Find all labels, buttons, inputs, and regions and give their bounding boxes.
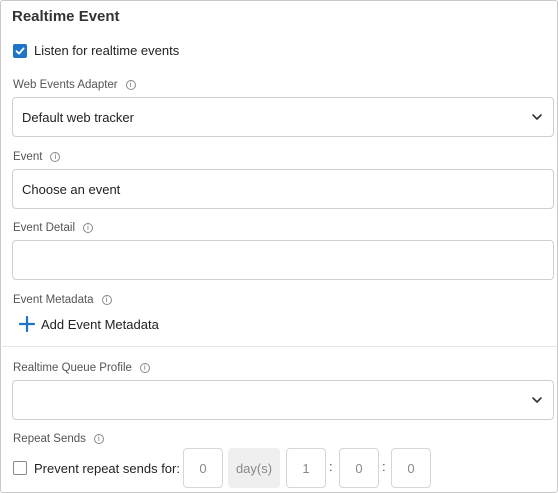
event-label: Event <box>13 151 43 163</box>
web-events-adapter-value: Default web tracker <box>22 109 134 125</box>
hours-input[interactable]: 1 <box>286 448 326 488</box>
listen-realtime-checkbox[interactable] <box>13 43 27 58</box>
prevent-repeat-checkbox[interactable] <box>13 461 27 475</box>
chevron-down-icon <box>532 114 542 120</box>
info-icon[interactable]: i <box>93 434 104 444</box>
event-metadata-label-row: Event Metadata i <box>13 294 112 306</box>
repeat-sends-label-row: Repeat Sends i <box>13 433 104 445</box>
seconds-input[interactable]: 0 <box>391 448 431 488</box>
event-detail-label-row: Event Detail i <box>13 222 94 234</box>
add-event-metadata-button[interactable]: Add Event Metadata <box>19 316 159 332</box>
days-unit-label: day(s) <box>228 448 280 488</box>
info-icon[interactable]: i <box>139 363 150 373</box>
event-metadata-label: Event Metadata <box>13 294 94 306</box>
event-label-row: Event i <box>13 151 61 163</box>
days-input[interactable]: 0 <box>183 448 223 488</box>
prevent-repeat-label: Prevent repeat sends for: <box>34 460 180 476</box>
time-separator: : <box>382 459 386 474</box>
minutes-input[interactable]: 0 <box>339 448 379 488</box>
add-event-metadata-label: Add Event Metadata <box>41 316 159 332</box>
queue-profile-label: Realtime Queue Profile <box>13 362 132 374</box>
event-input[interactable]: Choose an event <box>12 169 554 209</box>
divider <box>2 346 557 347</box>
event-detail-input[interactable] <box>12 240 554 280</box>
section-title: Realtime Event <box>12 8 120 25</box>
queue-profile-label-row: Realtime Queue Profile i <box>13 362 150 374</box>
event-detail-label: Event Detail <box>13 222 76 234</box>
realtime-event-panel: Realtime Event Listen for realtime event… <box>0 0 558 493</box>
queue-profile-select[interactable] <box>12 380 554 420</box>
web-events-adapter-select[interactable]: Default web tracker <box>12 97 554 137</box>
info-icon[interactable]: i <box>50 152 61 162</box>
prevent-repeat-row[interactable]: Prevent repeat sends for: <box>13 448 180 488</box>
listen-realtime-label: Listen for realtime events <box>34 43 180 58</box>
web-events-adapter-label: Web Events Adapter <box>13 79 118 91</box>
listen-realtime-row[interactable]: Listen for realtime events <box>13 43 179 58</box>
repeat-sends-label: Repeat Sends <box>13 433 86 445</box>
plus-icon <box>19 316 35 332</box>
info-icon[interactable]: i <box>83 223 94 233</box>
chevron-down-icon <box>532 397 542 403</box>
time-separator: : <box>329 459 333 474</box>
web-events-adapter-label-row: Web Events Adapter i <box>13 79 136 91</box>
checkmark-icon <box>15 47 25 54</box>
info-icon[interactable]: i <box>125 80 136 90</box>
event-placeholder: Choose an event <box>22 181 121 197</box>
info-icon[interactable]: i <box>101 295 112 305</box>
